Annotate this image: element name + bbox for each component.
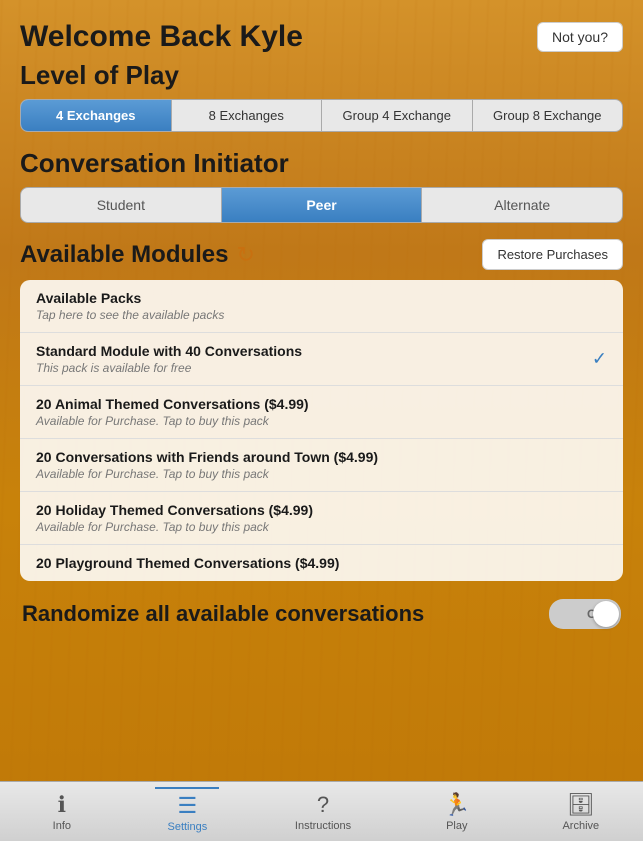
level-of-play-tabs: 4 Exchanges8 ExchangesGroup 4 ExchangeGr… xyxy=(20,99,623,132)
nav-label-archive: Archive xyxy=(562,820,599,832)
module-item-5[interactable]: 20 Playground Themed Conversations ($4.9… xyxy=(20,545,623,581)
randomize-label: Randomize all available conversations xyxy=(22,601,424,627)
nav-icon-instructions: ? xyxy=(317,792,329,818)
modules-list: Available Packs Tap here to see the avail… xyxy=(20,280,623,581)
level-of-play-section: Level of Play 4 Exchanges8 ExchangesGrou… xyxy=(20,60,623,132)
level-of-play-title: Level of Play xyxy=(20,60,623,91)
checkmark-icon-1: ✓ xyxy=(592,349,607,370)
level-tab-3[interactable]: Group 8 Exchange xyxy=(473,100,623,131)
module-item-4[interactable]: 20 Holiday Themed Conversations ($4.99) A… xyxy=(20,492,623,545)
nav-icon-archive: 🗄 xyxy=(567,792,595,818)
module-item-title-4: 20 Holiday Themed Conversations ($4.99) xyxy=(36,502,607,518)
nav-label-settings: Settings xyxy=(167,821,207,833)
nav-item-play[interactable]: 🏃 Play xyxy=(427,788,487,836)
module-item-subtitle-2: Available for Purchase. Tap to buy this … xyxy=(36,414,607,428)
module-item-0[interactable]: Available Packs Tap here to see the avail… xyxy=(20,280,623,333)
nav-label-info: Info xyxy=(53,820,71,832)
nav-item-archive[interactable]: 🗄 Archive xyxy=(550,788,611,836)
conversation-initiator-tabs: StudentPeerAlternate xyxy=(20,187,623,223)
restore-purchases-button[interactable]: Restore Purchases xyxy=(482,239,623,270)
nav-item-instructions[interactable]: ? Instructions xyxy=(283,788,363,836)
not-you-button[interactable]: Not you? xyxy=(537,22,623,52)
module-item-1[interactable]: Standard Module with 40 Conversations Thi… xyxy=(20,333,623,386)
conversation-initiator-section: Conversation Initiator StudentPeerAltern… xyxy=(20,148,623,223)
module-item-title-1: Standard Module with 40 Conversations xyxy=(36,343,607,359)
modules-title-row: Available Modules ↻ xyxy=(20,241,255,269)
level-tab-1[interactable]: 8 Exchanges xyxy=(172,100,323,131)
refresh-icon[interactable]: ↻ xyxy=(237,242,255,268)
conv-tab-0[interactable]: Student xyxy=(21,188,222,222)
module-item-subtitle-3: Available for Purchase. Tap to buy this … xyxy=(36,467,607,481)
module-item-title-5: 20 Playground Themed Conversations ($4.9… xyxy=(36,555,607,571)
conv-tab-2[interactable]: Alternate xyxy=(422,188,622,222)
level-tab-2[interactable]: Group 4 Exchange xyxy=(322,100,473,131)
header-row: Welcome Back Kyle Not you? xyxy=(20,20,623,54)
nav-item-info[interactable]: ℹ Info xyxy=(32,788,92,836)
nav-label-play: Play xyxy=(446,820,467,832)
nav-label-instructions: Instructions xyxy=(295,820,351,832)
module-item-subtitle-4: Available for Purchase. Tap to buy this … xyxy=(36,520,607,534)
module-item-2[interactable]: 20 Animal Themed Conversations ($4.99) Av… xyxy=(20,386,623,439)
welcome-title: Welcome Back Kyle xyxy=(20,20,303,54)
nav-icon-play: 🏃 xyxy=(443,792,470,818)
nav-icon-settings: ☰ xyxy=(177,793,197,819)
randomize-row: Randomize all available conversations OF… xyxy=(20,599,623,629)
randomize-toggle[interactable]: OFF xyxy=(549,599,621,629)
module-item-title-0: Available Packs xyxy=(36,290,607,306)
bottom-nav: ℹ Info ☰ Settings? Instructions 🏃 Play 🗄 Archive xyxy=(0,781,643,841)
nav-item-settings[interactable]: ☰ Settings xyxy=(155,787,219,837)
module-item-title-3: 20 Conversations with Friends around Tow… xyxy=(36,449,607,465)
conv-tab-1[interactable]: Peer xyxy=(222,188,423,222)
module-item-subtitle-1: This pack is available for free xyxy=(36,361,607,375)
module-item-3[interactable]: 20 Conversations with Friends around Tow… xyxy=(20,439,623,492)
modules-title: Available Modules xyxy=(20,241,229,269)
modules-header: Available Modules ↻ Restore Purchases xyxy=(20,239,623,270)
module-item-title-2: 20 Animal Themed Conversations ($4.99) xyxy=(36,396,607,412)
toggle-knob xyxy=(593,601,619,627)
nav-icon-info: ℹ xyxy=(58,792,66,818)
conversation-initiator-title: Conversation Initiator xyxy=(20,148,623,179)
level-tab-0[interactable]: 4 Exchanges xyxy=(21,100,172,131)
module-item-subtitle-0: Tap here to see the available packs xyxy=(36,308,607,322)
